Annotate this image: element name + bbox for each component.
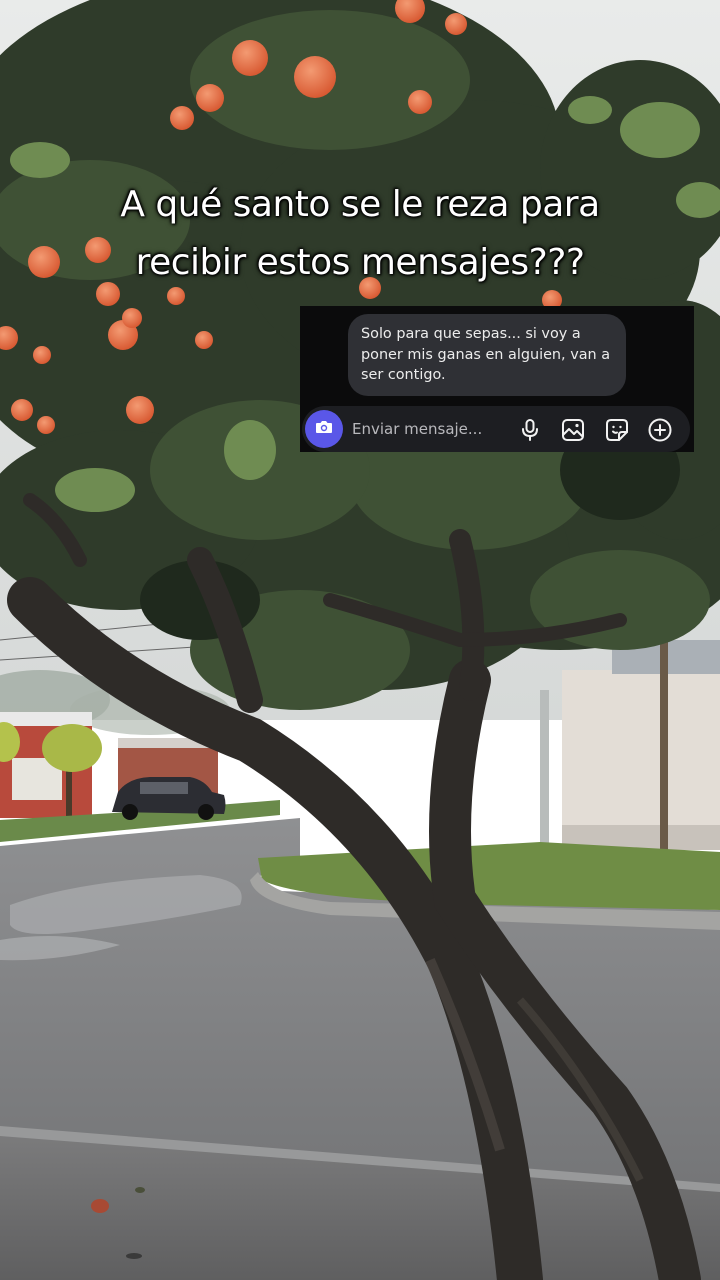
sticker-icon — [604, 417, 630, 443]
caption-line-1: A qué santo se le reza para — [120, 184, 600, 225]
video-caption: A qué santo se le reza para recibir esto… — [40, 176, 680, 292]
microphone-button[interactable] — [517, 417, 543, 443]
message-text: Solo para que sepas... si voy a poner mi… — [361, 326, 611, 383]
microphone-icon — [517, 417, 543, 443]
plus-icon — [647, 417, 673, 443]
camera-icon — [314, 417, 334, 442]
caption-line-2: recibir estos mensajes??? — [135, 242, 585, 283]
sticker-button[interactable] — [604, 417, 630, 443]
chat-screenshot: Solo para que sepas... si voy a poner mi… — [300, 306, 694, 452]
gallery-button[interactable] — [560, 417, 586, 443]
camera-button[interactable] — [305, 410, 343, 448]
message-bubble: Solo para que sepas... si voy a poner mi… — [348, 314, 626, 396]
image-icon — [560, 417, 586, 443]
add-button[interactable] — [647, 417, 673, 443]
message-input[interactable] — [352, 418, 502, 440]
message-composer — [302, 406, 690, 452]
